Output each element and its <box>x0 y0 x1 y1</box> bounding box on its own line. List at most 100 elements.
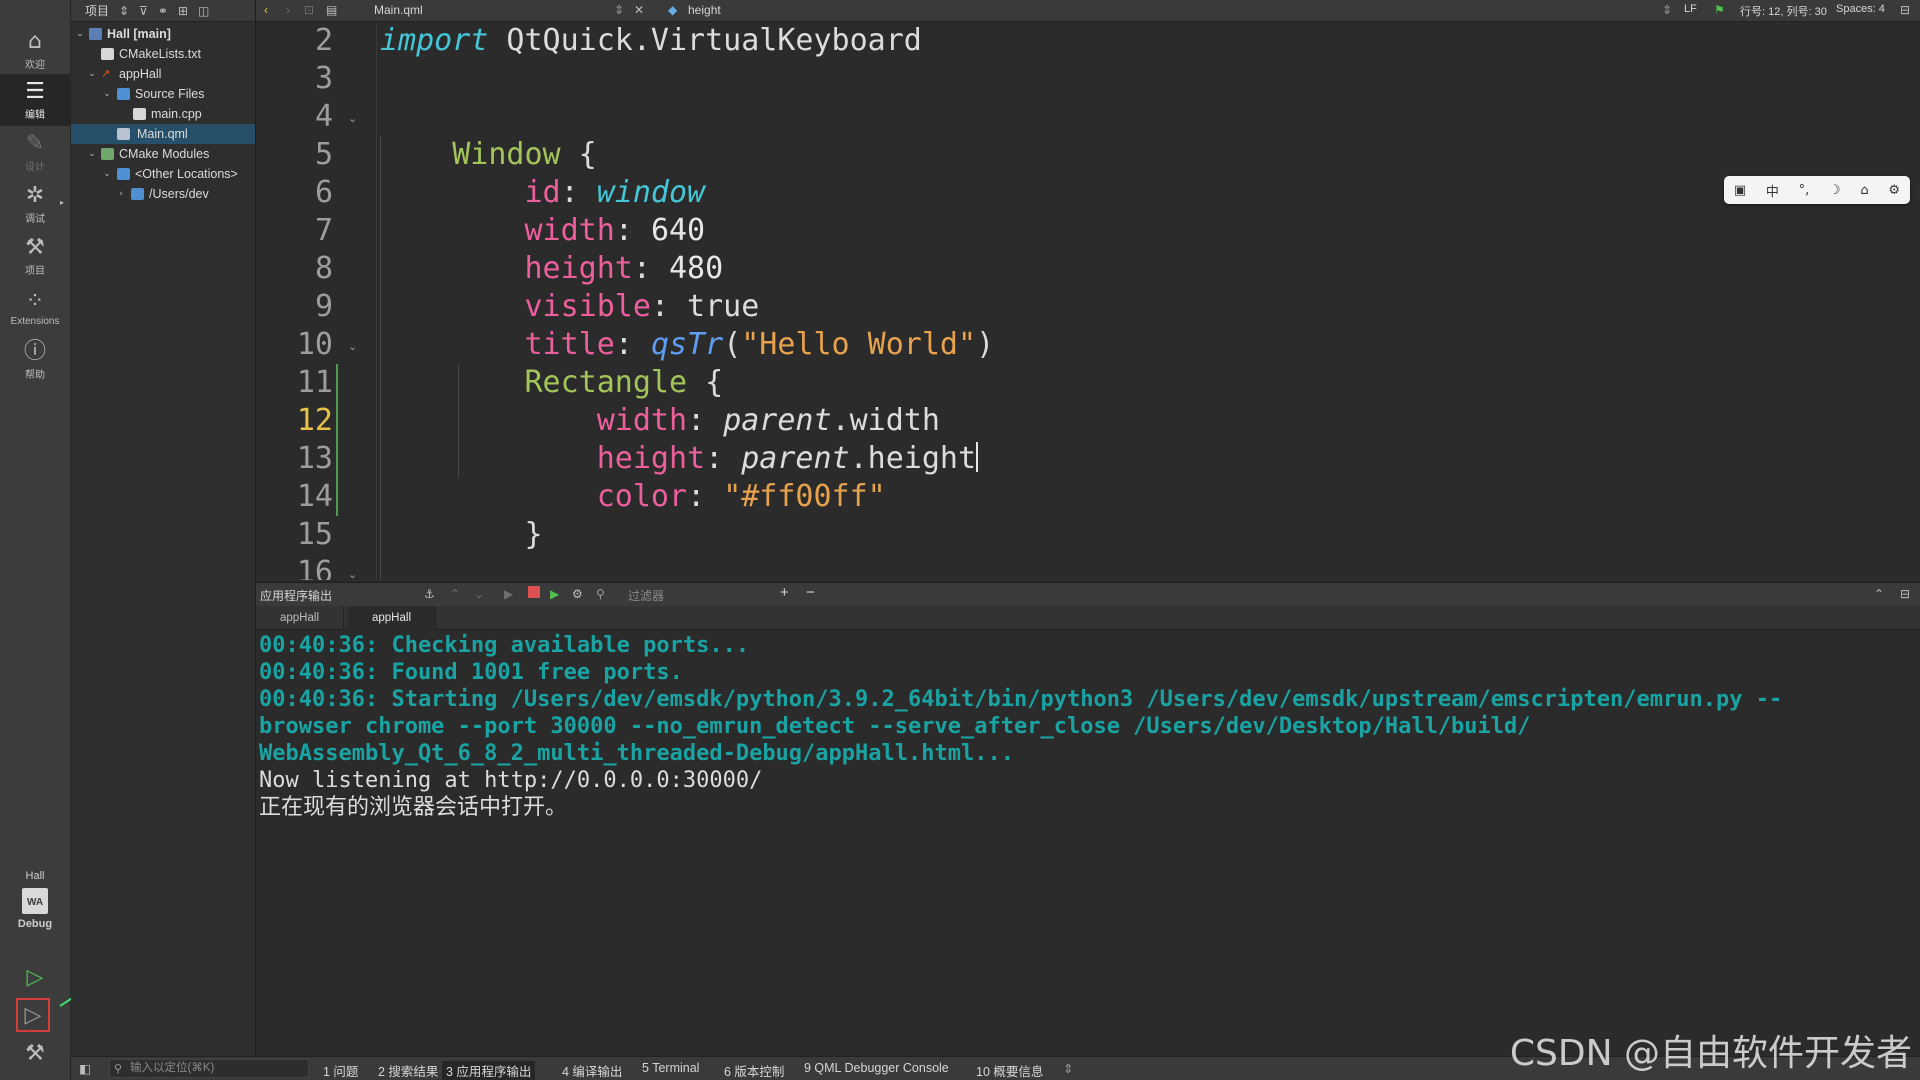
tree-item-apphall[interactable]: ⌄ ↗ appHall <box>71 64 255 84</box>
wrench-icon: ⚒ <box>25 234 45 260</box>
chevron-right-icon: › <box>119 189 123 199</box>
ime-moon-icon[interactable]: ☽ <box>1829 183 1841 198</box>
tree-item-other-locations[interactable]: ⌄ <Other Locations> <box>71 164 255 184</box>
edit-icon: ☰ <box>25 78 45 104</box>
gear-icon[interactable]: ⚙ <box>572 587 583 601</box>
folder-icon <box>101 148 114 160</box>
pane-issues[interactable]: 1 问题 <box>323 1061 358 1080</box>
debug-play-icon: ▷ <box>24 1002 42 1028</box>
pane-version-control[interactable]: 6 版本控制 <box>724 1061 784 1080</box>
sort-arrows-icon[interactable]: ⇕ <box>1063 1061 1073 1076</box>
maximize-pane-icon[interactable]: ⌃ <box>1874 587 1884 601</box>
locator-input[interactable]: ⚲ 输入以定位(⌘K) <box>109 1059 309 1078</box>
mode-welcome[interactable]: ⌂ 欢迎 <box>0 24 70 76</box>
pane-search-results[interactable]: 2 搜索结果 <box>378 1061 438 1080</box>
filter-icon[interactable]: ⊽ <box>139 4 148 18</box>
pane-terminal[interactable]: 5 Terminal <box>642 1061 699 1075</box>
code-line: Rectangle { <box>524 365 724 400</box>
sort-arrows-icon[interactable]: ⇕ <box>119 4 129 18</box>
build-button[interactable]: ⚒ <box>17 1036 53 1070</box>
ime-skin-icon[interactable]: ⌂ <box>1860 183 1868 198</box>
cursor-position[interactable]: 行号: 12, 列号: 30 <box>1740 3 1827 19</box>
link-icon[interactable]: ⚭ <box>158 4 168 18</box>
project-tree-toolbar: 项目 ⇕ ⊽ ⚭ ⊞ ◫ <box>71 0 255 22</box>
close-document-icon[interactable]: ✕ <box>634 3 644 17</box>
code-line: title: qsTr("Hello World") <box>524 327 995 362</box>
mode-design[interactable]: ✎ 设计 <box>0 126 70 178</box>
mode-debug[interactable]: ✲ 调试 ▸ <box>0 178 70 230</box>
mode-projects[interactable]: ⚒ 项目 <box>0 230 70 282</box>
mode-edit[interactable]: ☰ 编辑 <box>0 74 70 126</box>
editor-toolbar: ‹ › ⊡ ▤ Main.qml ⇕ ✕ ◆ height ⇕ LF ⚑ 行号:… <box>256 0 1920 22</box>
tree-item-hall-project[interactable]: ⌄ Hall [main] <box>71 24 255 44</box>
pane-general-messages[interactable]: 10 概要信息 <box>976 1061 1043 1080</box>
line-number-current: 12 <box>296 403 333 438</box>
line-number: 5 <box>314 137 333 172</box>
zoom-out-button[interactable]: − <box>806 584 815 601</box>
start-debugging-button[interactable]: ▷ <box>16 998 50 1032</box>
close-pane-icon[interactable]: ◫ <box>198 4 209 18</box>
debug-run-icon[interactable]: ▶ <box>550 587 559 601</box>
back-arrow-icon[interactable]: ‹ <box>264 3 268 17</box>
pane-application-output[interactable]: 3 应用程序输出 <box>442 1061 536 1080</box>
split-icon[interactable]: ⊞ <box>178 4 188 18</box>
down-arrow-icon[interactable]: ⌄ <box>474 587 484 601</box>
line-ending-selector[interactable]: LF <box>1684 3 1697 15</box>
up-arrow-icon[interactable]: ⌃ <box>450 587 460 601</box>
kit-project-label: Hall <box>25 870 45 882</box>
view-selector[interactable]: 项目 <box>85 2 109 19</box>
ime-punctuation-icon[interactable]: °, <box>1799 183 1810 198</box>
code-line: width: 640 <box>524 213 706 248</box>
tree-item-cmakelists[interactable]: CMakeLists.txt <box>71 44 255 64</box>
tree-item-cmake-modules[interactable]: ⌄ CMake Modules <box>71 144 255 164</box>
output-line: Now listening at http://0.0.0.0:30000/ <box>259 768 763 793</box>
pane-compile-output[interactable]: 4 编译输出 <box>562 1061 622 1080</box>
qml-file-icon <box>117 128 130 140</box>
code-line: height: 480 <box>524 251 724 286</box>
output-tab[interactable]: appHall <box>256 606 344 630</box>
symbol-icon: ◆ <box>668 3 678 17</box>
line-number: 11 <box>296 365 333 400</box>
close-pane-icon[interactable]: ⊟ <box>1900 587 1910 601</box>
tree-item-source-files[interactable]: ⌄ Source Files <box>71 84 255 104</box>
fold-marker-icon[interactable]: ⌄ <box>348 112 357 125</box>
stop-button[interactable] <box>528 586 540 598</box>
output-tab-active[interactable]: appHall <box>348 606 436 630</box>
line-number: 10 <box>296 327 333 362</box>
toggle-sidebar-icon[interactable]: ◧ <box>79 1061 91 1076</box>
code-line: } <box>380 517 543 552</box>
tree-item-users-dev[interactable]: › /Users/dev <box>71 184 255 204</box>
input-method-toolbar: ▣ 中 °, ☽ ⌂ ⚙ <box>1724 176 1910 204</box>
code-line: id: window <box>524 175 706 210</box>
fold-marker-icon[interactable]: ⌄ <box>348 340 357 353</box>
ime-logo-icon[interactable]: ▣ <box>1734 183 1746 198</box>
fold-marker-icon[interactable]: ⌄ <box>348 568 357 580</box>
indentation-selector[interactable]: Spaces: 4 <box>1836 3 1885 15</box>
kit-build-label: Debug <box>17 918 53 930</box>
rerun-icon[interactable]: ▶ <box>504 587 513 601</box>
mode-help[interactable]: ⓘ 帮助 <box>0 334 70 386</box>
symbol-selector[interactable]: height <box>688 3 721 17</box>
mode-extensions[interactable]: ⁘ Extensions <box>0 282 70 334</box>
code-editor[interactable]: 2 3 4 5 6 7 8 9 10 11 12 13 14 15 16 ⌄ ⌄… <box>256 22 1920 580</box>
open-document-selector[interactable]: Main.qml <box>374 3 423 17</box>
code-line-current: height: parent.height <box>596 441 979 476</box>
tree-item-main-cpp[interactable]: main.cpp <box>71 104 255 124</box>
forward-arrow-icon[interactable]: › <box>286 3 290 17</box>
chevron-down-icon: ⌄ <box>103 89 111 99</box>
qml-file-icon: ▤ <box>326 3 338 17</box>
attach-icon[interactable]: ⚓ <box>424 587 435 601</box>
code-line: import QtQuick.VirtualKeyboard <box>380 23 922 58</box>
line-number: 6 <box>314 175 333 210</box>
folder-icon <box>117 88 130 100</box>
target-icon: ↗ <box>101 68 111 80</box>
split-icon[interactable]: ⊟ <box>1900 3 1910 17</box>
filter-input[interactable]: 过滤器 <box>628 587 664 604</box>
run-button[interactable]: ▷ <box>17 960 53 994</box>
application-output[interactable]: 00:40:36: Checking available ports... 00… <box>256 630 1920 1056</box>
tree-item-main-qml[interactable]: Main.qml <box>71 124 255 144</box>
ime-chinese-mode-icon[interactable]: 中 <box>1766 181 1779 200</box>
zoom-in-button[interactable]: + <box>780 584 789 601</box>
ime-settings-icon[interactable]: ⚙ <box>1888 183 1900 198</box>
pane-qml-debugger-console[interactable]: 9 QML Debugger Console <box>804 1061 949 1075</box>
